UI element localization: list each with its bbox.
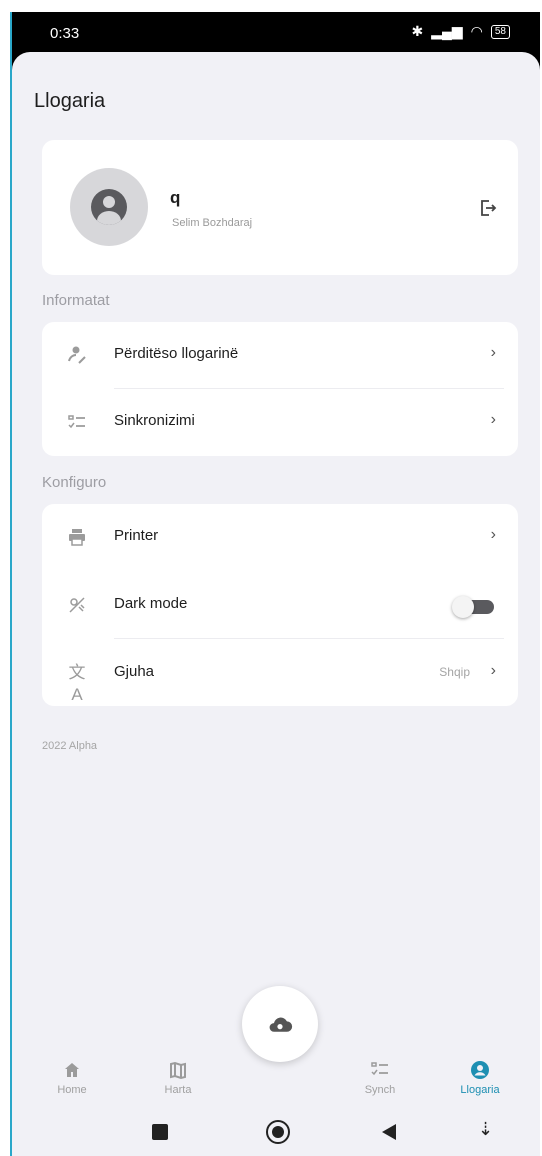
system-navigation-bar: ⇣	[12, 1106, 540, 1156]
status-time: 0:33	[50, 25, 80, 42]
overflow-icon[interactable]: ⇣	[478, 1119, 493, 1140]
update-account-label: Përditëso llogarinë	[114, 345, 239, 362]
dark-mode-toggle[interactable]	[452, 596, 496, 618]
translate-icon: 文A	[68, 663, 86, 704]
language-row[interactable]: 文A Gjuha Shqip ›	[42, 640, 518, 706]
account-icon	[91, 189, 127, 225]
back-button[interactable]	[380, 1122, 398, 1142]
bluetooth-icon: ✱	[411, 23, 424, 39]
wifi-icon: ◠	[470, 23, 483, 39]
nav-map-label: Harta	[164, 1084, 192, 1096]
cloud-sync-button[interactable]	[242, 986, 318, 1062]
user-edit-icon	[68, 346, 86, 364]
profile-name: q	[170, 188, 181, 207]
nav-map[interactable]: Harta	[138, 1042, 218, 1106]
battery-icon: 58	[490, 24, 510, 39]
status-bar: 0:33 ✱ ▂▄▆ ◠ 58	[12, 12, 540, 56]
profile-card: q Selim Bozhdaraj	[42, 140, 518, 275]
sync-row[interactable]: Sinkronizimi ›	[42, 389, 518, 455]
sync-list-icon	[371, 1062, 388, 1076]
page-title: Llogaria	[34, 90, 106, 112]
section-label-konfiguro: Konfiguro	[42, 474, 107, 491]
device-frame: 0:33 ✱ ▂▄▆ ◠ 58 Llogaria q Selim Bozhdar…	[10, 12, 540, 1156]
map-icon	[170, 1061, 186, 1080]
nav-home-label: Home	[57, 1084, 87, 1096]
sync-label: Sinkronizimi	[114, 412, 195, 429]
dark-mode-icon	[69, 597, 85, 613]
logout-icon[interactable]	[478, 198, 498, 218]
app-screen: Llogaria q Selim Bozhdaraj Informatat Pë…	[12, 52, 540, 1156]
dark-mode-row: Dark mode	[42, 572, 518, 638]
version-label: 2022 Alpha	[42, 740, 98, 752]
avatar	[70, 168, 148, 246]
printer-row[interactable]: Printer ›	[42, 504, 518, 570]
cloud-icon	[269, 1017, 293, 1032]
dark-mode-label: Dark mode	[114, 595, 188, 612]
account-icon	[471, 1061, 489, 1079]
home-icon	[65, 1063, 79, 1077]
chevron-right-icon: ›	[490, 411, 496, 428]
divider	[114, 638, 504, 639]
nav-account-label: Llogaria	[460, 1084, 500, 1096]
signal-icon: ▂▄▆	[431, 23, 463, 39]
home-button[interactable]	[266, 1120, 290, 1144]
section-label-informatat: Informatat	[42, 292, 110, 309]
chevron-right-icon: ›	[490, 344, 496, 361]
nav-synch[interactable]: Synch	[340, 1042, 420, 1106]
status-icons: ✱ ▂▄▆ ◠ 58	[411, 23, 510, 40]
recent-apps-button[interactable]	[152, 1124, 168, 1140]
profile-subtitle: Selim Bozhdaraj	[172, 217, 253, 229]
config-card: Printer › Dark mode 文A Gjuha Shqip ›	[42, 504, 518, 706]
nav-account[interactable]: Llogaria	[440, 1042, 520, 1106]
sync-list-icon	[68, 415, 85, 429]
printer-label: Printer	[114, 527, 159, 544]
chevron-right-icon: ›	[490, 526, 496, 543]
update-account-row[interactable]: Përditëso llogarinë ›	[42, 322, 518, 388]
nav-synch-label: Synch	[364, 1084, 396, 1096]
info-card: Përditëso llogarinë › Sinkronizimi ›	[42, 322, 518, 456]
chevron-right-icon: ›	[490, 662, 496, 679]
language-value: Shqip	[439, 665, 470, 679]
printer-icon	[69, 529, 85, 546]
language-label: Gjuha	[114, 663, 155, 680]
nav-home[interactable]: Home	[32, 1042, 112, 1106]
